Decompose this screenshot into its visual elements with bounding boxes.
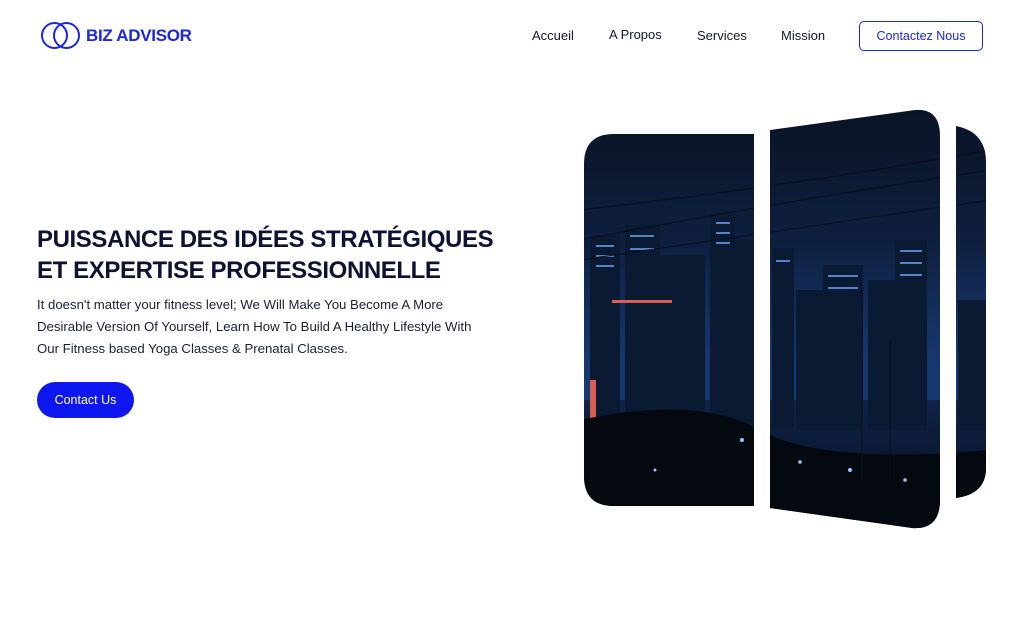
hero-title-line-2: ET EXPERTISE PROFESSIONNELLE	[37, 257, 441, 284]
hero-contact-button[interactable]: Contact Us	[37, 382, 134, 418]
nav-link-a-propos[interactable]: A Propos	[609, 27, 662, 42]
hero-title: PUISSANCE DES IDÉES STRATÉGIQUES ET EXPE…	[37, 224, 537, 286]
contact-button[interactable]: Contactez Nous	[859, 21, 983, 51]
hero-description-line-1: It doesn't matter your fitness level; We…	[37, 297, 444, 312]
page: BIZ ADVISOR Accueil A Propos Services Mi…	[0, 0, 1024, 640]
hero-description: It doesn't matter your fitness level; We…	[37, 294, 527, 360]
hero-description-line-2: Desirable Version Of Yourself, Learn How…	[37, 319, 472, 334]
hero-description-line-3: Our Fitness based Yoga Classes & Prenata…	[37, 341, 348, 356]
nav-link-services[interactable]: Services	[697, 28, 747, 43]
nav-link-accueil[interactable]: Accueil	[532, 28, 574, 43]
nav-link-mission[interactable]: Mission	[781, 28, 825, 43]
hero-title-line-1: PUISSANCE DES IDÉES STRATÉGIQUES	[37, 226, 494, 253]
